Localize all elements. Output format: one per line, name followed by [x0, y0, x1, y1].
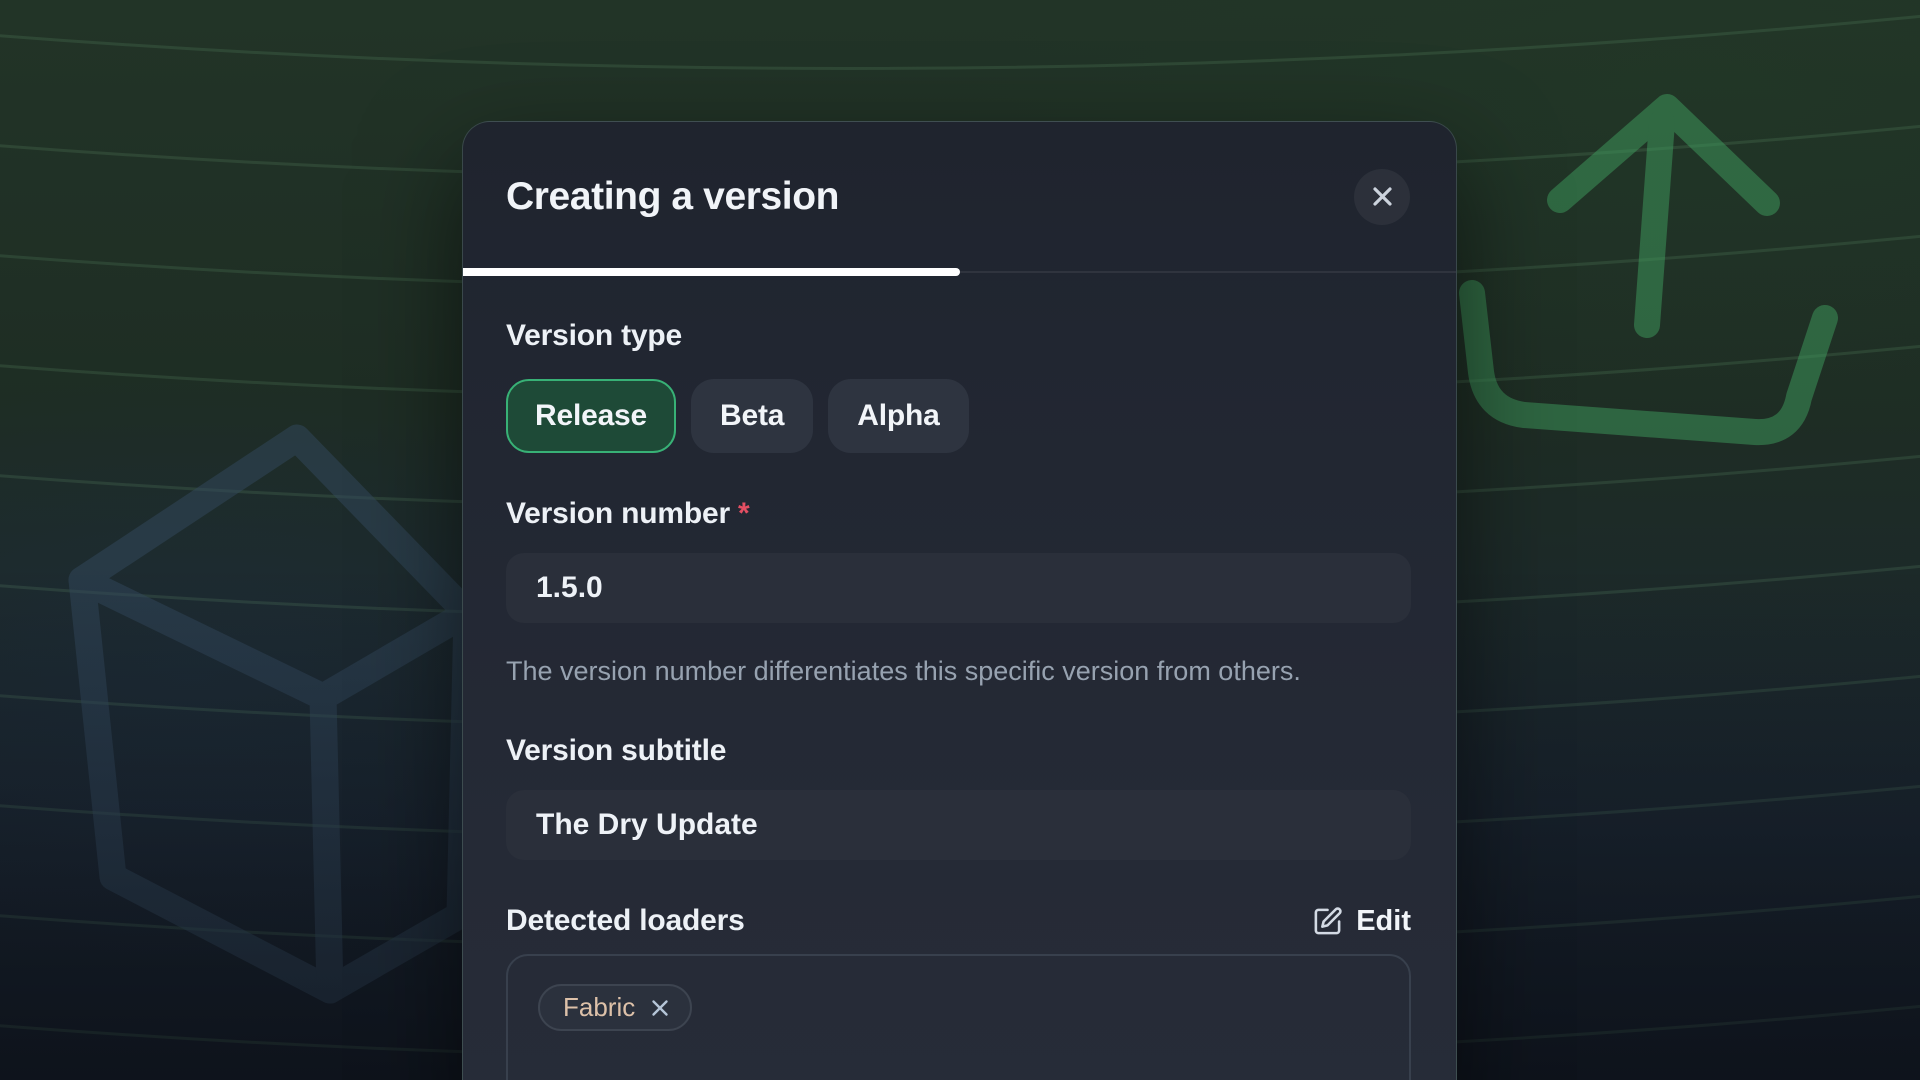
remove-loader-button[interactable]: [648, 996, 672, 1020]
upload-arrow-icon: [1430, 60, 1920, 620]
detected-loaders-label: Detected loaders: [506, 904, 745, 938]
version-type-release-button[interactable]: Release: [506, 379, 676, 453]
version-number-help: The version number differentiates this s…: [506, 649, 1386, 694]
version-number-input[interactable]: [506, 553, 1411, 623]
close-button[interactable]: [1354, 169, 1410, 225]
page-background: Creating a version Version type Release …: [0, 0, 1920, 1080]
version-type-beta-button[interactable]: Beta: [691, 379, 813, 453]
progress-bar: [463, 268, 960, 276]
package-cube-icon: [55, 415, 500, 1020]
required-asterisk: *: [738, 497, 749, 530]
detected-loaders-box: Fabric: [506, 954, 1411, 1080]
version-subtitle-label: Version subtitle: [506, 734, 1411, 768]
create-version-modal: Creating a version Version type Release …: [462, 121, 1457, 1080]
version-subtitle-input[interactable]: [506, 790, 1411, 860]
edit-icon: [1312, 906, 1343, 937]
modal-title: Creating a version: [506, 175, 839, 219]
modal-body: Version type Release Beta Alpha Version …: [463, 273, 1456, 1080]
edit-label: Edit: [1356, 905, 1411, 938]
version-type-alpha-button[interactable]: Alpha: [828, 379, 968, 453]
close-icon: [1369, 183, 1396, 210]
edit-loaders-button[interactable]: Edit: [1312, 905, 1411, 938]
detected-loaders-row: Detected loaders Edit: [506, 904, 1411, 938]
loader-chip-label: Fabric: [563, 992, 635, 1023]
version-type-label: Version type: [506, 319, 1411, 353]
version-number-label: Version number*: [506, 497, 1411, 531]
version-type-options: Release Beta Alpha: [506, 379, 1411, 453]
modal-header: Creating a version: [463, 122, 1456, 273]
x-icon: [648, 996, 672, 1020]
version-number-label-text: Version number: [506, 497, 730, 530]
loader-chip-fabric: Fabric: [538, 984, 692, 1031]
